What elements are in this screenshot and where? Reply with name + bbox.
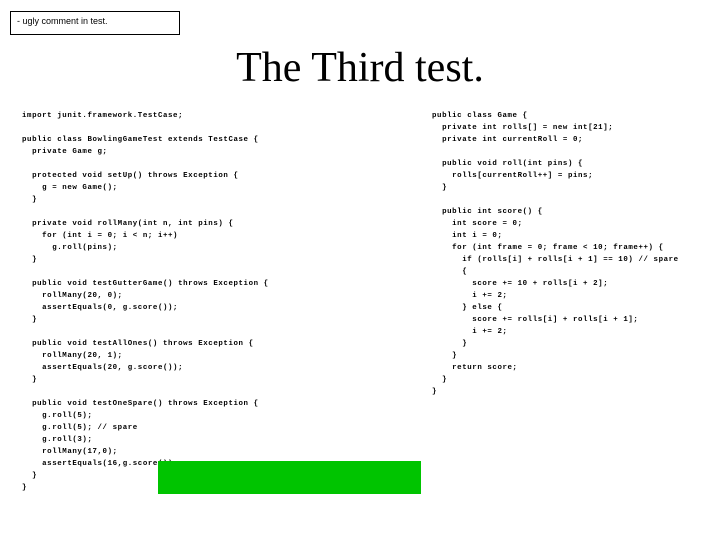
slide: - ugly comment in test. The Third test. … xyxy=(0,0,720,540)
callout-text: - ugly comment in test. xyxy=(17,16,108,26)
code-block-left: import junit.framework.TestCase; public … xyxy=(22,110,402,494)
code-block-right: public class Game { private int rolls[] … xyxy=(432,110,712,398)
page-title: The Third test. xyxy=(0,44,720,92)
green-status-bar xyxy=(158,461,421,494)
callout-box: - ugly comment in test. xyxy=(10,11,180,35)
